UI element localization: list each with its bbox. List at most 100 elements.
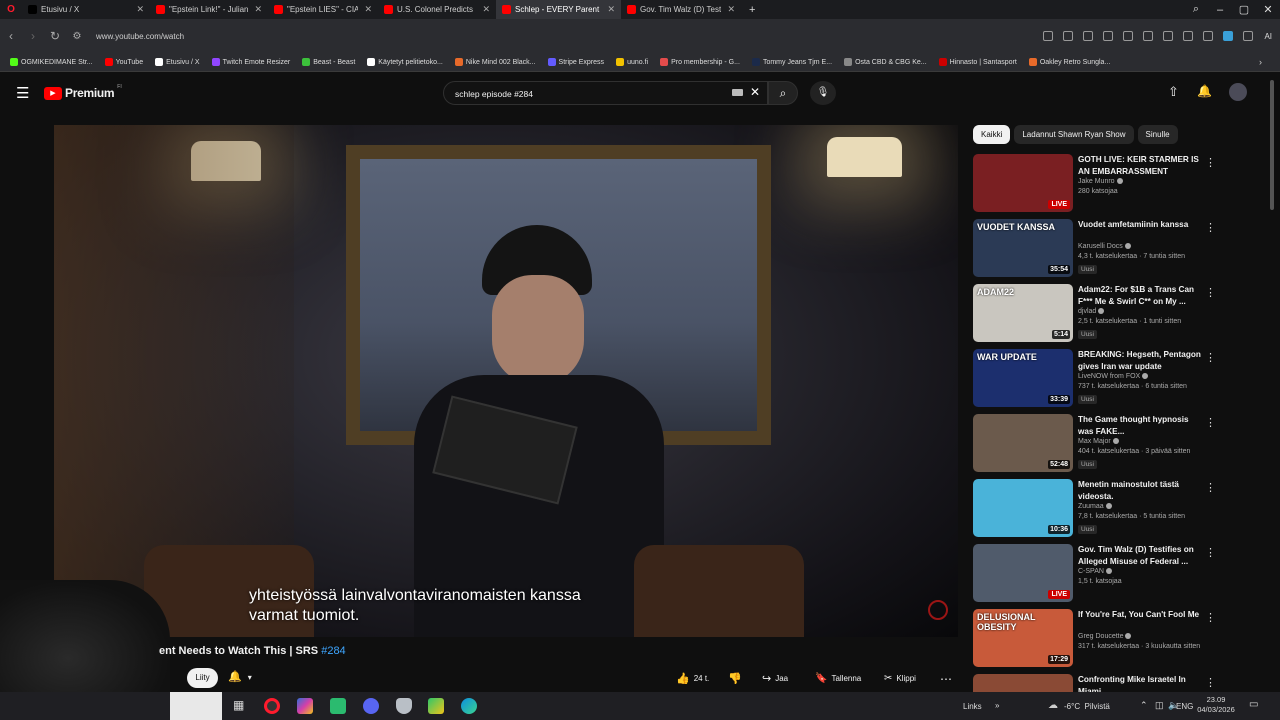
keyboard-icon[interactable] bbox=[732, 89, 743, 96]
video-thumbnail[interactable]: 52:48 bbox=[973, 414, 1073, 472]
video-thumbnail[interactable]: LIVE bbox=[973, 154, 1073, 212]
more-vertical-icon[interactable]: ⋮ bbox=[1205, 676, 1216, 689]
bookmark-item[interactable]: Nike Mind 002 Black... bbox=[449, 58, 542, 66]
browser-tab[interactable]: U.S. Colonel Predicts Iran ✕ bbox=[378, 0, 496, 19]
bookmark-item[interactable]: Stripe Express bbox=[542, 58, 611, 66]
video-thumbnail[interactable]: DELUSIONAL OBESITY 17:29 bbox=[973, 609, 1073, 667]
weather-text[interactable]: -6°C Pilvistä bbox=[1064, 702, 1110, 711]
video-title-link[interactable]: Adam22: For $1B a Trans Can F*** Me & Sw… bbox=[1078, 284, 1203, 308]
subscribed-bell-button[interactable]: 🔔 ▾ bbox=[228, 670, 252, 683]
search-input[interactable]: schlep episode #284 bbox=[455, 89, 533, 99]
video-title-link[interactable]: GOTH LIVE: KEIR STARMER IS AN EMBARRASSM… bbox=[1078, 154, 1203, 178]
related-video-item[interactable]: 10:36 Menetin mainostulot tästä videosta.… bbox=[973, 479, 1263, 537]
extension-icon[interactable] bbox=[1223, 31, 1234, 41]
video-hashtag-link[interactable]: #284 bbox=[321, 645, 345, 657]
join-button[interactable]: Liity bbox=[187, 668, 218, 688]
edge-icon[interactable] bbox=[461, 698, 477, 714]
channel-name[interactable]: Jake Munro bbox=[1078, 178, 1123, 185]
clip-button[interactable]: ✂ Klippi bbox=[884, 669, 916, 688]
taskbar-chevron-icon[interactable]: » bbox=[995, 701, 999, 710]
chat-app-icon[interactable] bbox=[330, 698, 346, 714]
download-icon[interactable] bbox=[1163, 31, 1174, 41]
video-thumbnail[interactable]: VUODET KANSSA 35:54 bbox=[973, 219, 1073, 277]
related-video-item[interactable]: DELUSIONAL OBESITY 17:29 If You're Fat, Yo… bbox=[973, 609, 1263, 667]
guide-menu-icon[interactable]: ☰ bbox=[16, 84, 29, 102]
account-avatar[interactable] bbox=[1229, 83, 1247, 101]
url-field[interactable]: www.youtube.com/watch bbox=[96, 32, 956, 41]
filter-chip[interactable]: Sinulle bbox=[1137, 125, 1178, 144]
tab-close-icon[interactable]: ✕ bbox=[254, 4, 262, 15]
related-video-item[interactable]: LIVE GOTH LIVE: KEIR STARMER IS AN EMBARR… bbox=[973, 154, 1263, 212]
new-tab-button[interactable]: + bbox=[749, 4, 755, 16]
voice-search-button[interactable]: 🎙 bbox=[810, 81, 836, 105]
bookmark-item[interactable]: YouTube bbox=[99, 58, 150, 66]
related-video-item[interactable]: VUODET KANSSA 35:54 Vuodet amfetamiinin ka… bbox=[973, 219, 1263, 277]
browser-tab[interactable]: "Epstein Link!" - Julian UN ✕ bbox=[150, 0, 268, 19]
channel-name[interactable]: Karuselli Docs bbox=[1078, 243, 1131, 250]
shield-icon[interactable] bbox=[1103, 31, 1114, 41]
video-thumbnail[interactable]: LIVE bbox=[973, 544, 1073, 602]
play-store-icon[interactable] bbox=[428, 698, 444, 714]
clock[interactable]: 23.09 04/03/2026 bbox=[1196, 695, 1236, 715]
channel-name[interactable]: C-SPAN bbox=[1078, 568, 1112, 575]
more-vertical-icon[interactable]: ⋮ bbox=[1205, 351, 1216, 364]
upload-icon[interactable]: ⇧ bbox=[1168, 84, 1179, 100]
related-video-item[interactable]: LIVE Gov. Tim Walz (D) Testifies on Alleg… bbox=[973, 544, 1263, 602]
browser-tab[interactable]: Gov. Tim Walz (D) Testifie ✕ bbox=[621, 0, 741, 19]
video-thumbnail[interactable]: ADAM22 5:14 bbox=[973, 284, 1073, 342]
more-vertical-icon[interactable]: ⋮ bbox=[1205, 546, 1216, 559]
opera-gx-icon[interactable] bbox=[264, 698, 280, 714]
bookmark-item[interactable]: Tommy Jeans Tjm E... bbox=[746, 58, 838, 66]
taskbar-links[interactable]: Links bbox=[963, 702, 982, 711]
bookmark-item[interactable]: Hinnasto | Santasport bbox=[933, 58, 1023, 66]
more-vertical-icon[interactable]: ⋮ bbox=[1205, 286, 1216, 299]
tab-close-icon[interactable]: ✕ bbox=[364, 4, 372, 15]
clear-search-icon[interactable]: ✕ bbox=[750, 85, 760, 99]
bookmark-item[interactable]: Twitch Emote Resizer bbox=[206, 58, 297, 66]
bookmark-item[interactable]: Oakley Retro Sungla... bbox=[1023, 58, 1116, 66]
related-video-item[interactable]: WAR UPDATE 33:39 BREAKING: Hegseth, Pentag… bbox=[973, 349, 1263, 407]
heart-icon[interactable] bbox=[1143, 31, 1154, 41]
close-window-button[interactable]: ✕ bbox=[1256, 3, 1280, 16]
cube-icon[interactable] bbox=[1243, 31, 1254, 41]
bookmark-item[interactable]: Beast - Beast bbox=[296, 58, 361, 66]
photo-app-icon[interactable] bbox=[297, 698, 313, 714]
maximize-button[interactable]: ▢ bbox=[1232, 3, 1256, 16]
more-vertical-icon[interactable]: ⋮ bbox=[1205, 416, 1216, 429]
more-vertical-icon[interactable]: ⋮ bbox=[1205, 156, 1216, 169]
video-title-link[interactable]: Vuodet amfetamiinin kanssa bbox=[1078, 219, 1203, 231]
channel-name[interactable]: LiveNOW from FOX bbox=[1078, 373, 1149, 380]
channel-name[interactable]: Greg Doucette bbox=[1078, 633, 1132, 640]
play-icon[interactable] bbox=[1123, 31, 1134, 41]
share-button[interactable]: ↪ Jaa bbox=[762, 669, 788, 688]
forward-icon[interactable]: › bbox=[22, 29, 44, 43]
camera-icon[interactable] bbox=[1083, 31, 1094, 41]
browser-tab[interactable]: Etusivu / X ✕ bbox=[22, 0, 150, 19]
video-title-link[interactable]: If You're Fat, You Can't Fool Me bbox=[1078, 609, 1203, 621]
bookmark-item[interactable]: Osta CBD & CBG Ke... bbox=[838, 58, 933, 66]
bookmark-item[interactable]: Etusivu / X bbox=[149, 58, 205, 66]
browser-logo-icon[interactable]: O bbox=[0, 4, 22, 15]
video-title-link[interactable]: The Game thought hypnosis was FAKE... bbox=[1078, 414, 1203, 438]
bookmark-item[interactable]: OGMIKEDIMANE Str... bbox=[4, 58, 99, 66]
tray-up-icon[interactable]: ⌃ bbox=[1140, 700, 1148, 711]
shield-app-icon[interactable] bbox=[396, 698, 412, 714]
dislike-button[interactable]: 👎 bbox=[728, 669, 742, 688]
like-button[interactable]: 👍 24 t. bbox=[676, 669, 709, 688]
more-actions-button[interactable]: ⋯ bbox=[940, 669, 952, 688]
search-box[interactable]: schlep episode #284 ✕ bbox=[443, 81, 768, 105]
video-thumbnail[interactable]: 10:36 bbox=[973, 479, 1073, 537]
discord-icon[interactable] bbox=[363, 698, 379, 714]
bookmark-item[interactable]: Käytetyt pelitietoko... bbox=[361, 58, 449, 66]
more-vertical-icon[interactable]: ⋮ bbox=[1205, 481, 1216, 494]
video-title-link[interactable]: Gov. Tim Walz (D) Testifies on Alleged M… bbox=[1078, 544, 1203, 568]
page-scrollbar[interactable] bbox=[1270, 80, 1274, 210]
tab-close-icon[interactable]: ✕ bbox=[136, 4, 144, 15]
related-video-item[interactable]: 52:48 The Game thought hypnosis was FAKE.… bbox=[973, 414, 1263, 472]
video-player[interactable] bbox=[54, 125, 958, 637]
edit-icon[interactable] bbox=[1063, 31, 1074, 41]
video-thumbnail[interactable]: WAR UPDATE 33:39 bbox=[973, 349, 1073, 407]
browser-tab[interactable]: Schlep - EVERY Parent ✕ bbox=[496, 0, 621, 19]
filter-chip[interactable]: Ladannut Shawn Ryan Show bbox=[1014, 125, 1134, 144]
site-info-icon[interactable]: ⚙ bbox=[66, 31, 88, 42]
